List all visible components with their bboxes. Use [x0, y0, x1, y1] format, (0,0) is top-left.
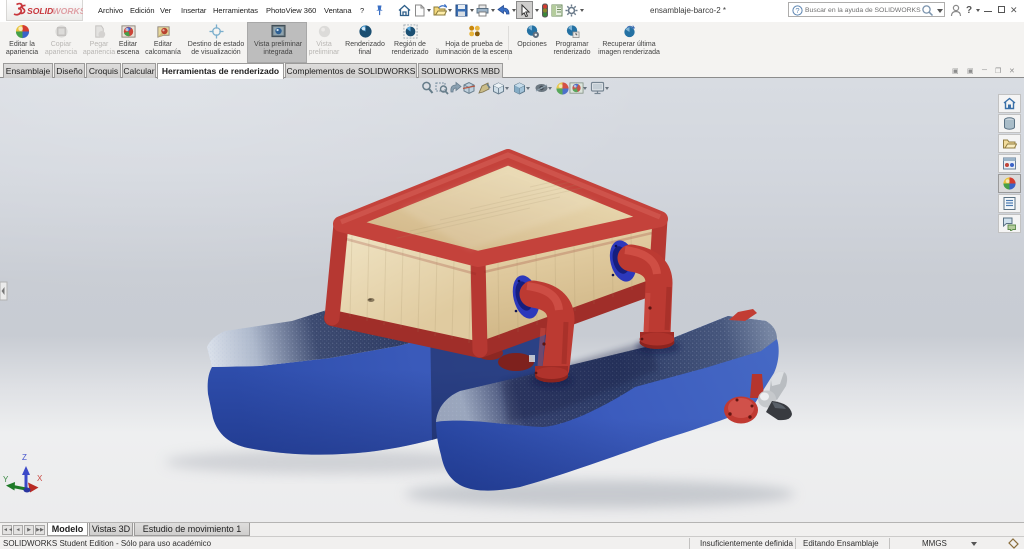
- svg-text:WORKS: WORKS: [53, 6, 84, 16]
- svg-text:X: X: [37, 474, 43, 483]
- svg-text:?: ?: [795, 6, 799, 15]
- svg-text:SOLID: SOLID: [27, 6, 53, 16]
- svg-text:Z: Z: [22, 453, 27, 462]
- svg-text:Y: Y: [3, 475, 9, 484]
